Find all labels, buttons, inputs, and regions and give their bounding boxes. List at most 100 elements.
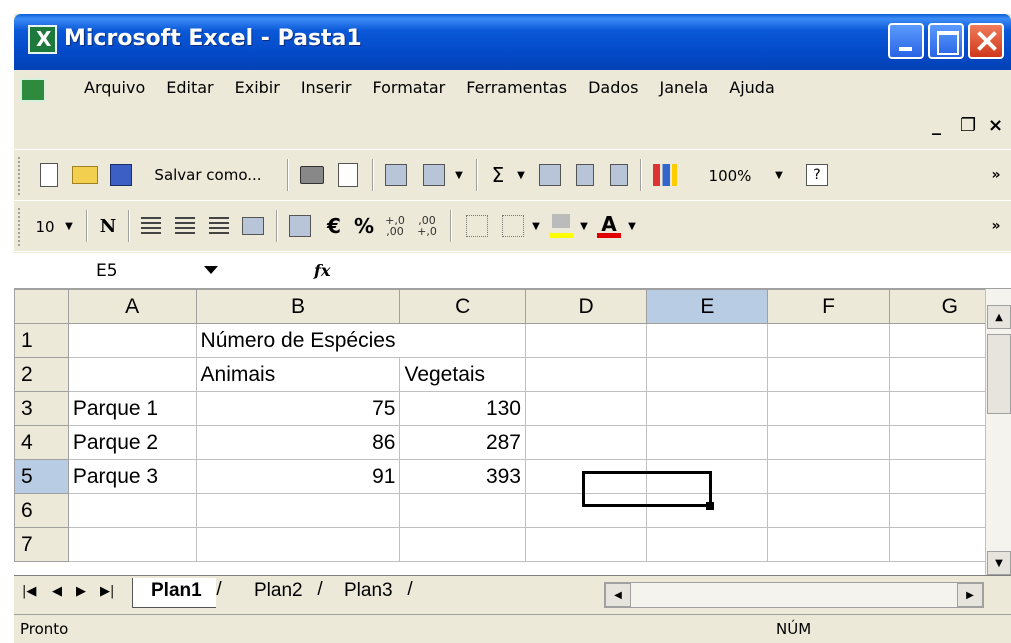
horizontal-scrollbar[interactable]: ◀ ▶ xyxy=(604,582,984,608)
first-sheet-icon[interactable]: |◀ xyxy=(22,584,36,599)
formula-input[interactable] xyxy=(344,257,1004,285)
cell[interactable] xyxy=(767,357,890,392)
cell[interactable] xyxy=(524,493,648,528)
menu-arquivo[interactable]: Arquivo xyxy=(84,78,145,97)
toolbar-grip[interactable] xyxy=(18,157,22,195)
menu-inserir[interactable]: Inserir xyxy=(301,78,352,97)
paste-dropdown-arrow[interactable]: ▼ xyxy=(450,159,468,191)
percent-style-button[interactable]: % xyxy=(350,210,378,242)
open-folder-icon[interactable] xyxy=(68,159,102,191)
font-color-icon[interactable]: A xyxy=(594,210,624,242)
scroll-left-arrow-icon[interactable]: ◀ xyxy=(605,583,631,607)
row-header-active[interactable]: 5 xyxy=(14,459,69,494)
workbook-icon[interactable] xyxy=(20,78,46,102)
cell[interactable]: 393 xyxy=(399,459,526,494)
cell[interactable]: 130 xyxy=(399,391,526,426)
borders-dropdown-arrow[interactable]: ▼ xyxy=(528,210,544,242)
excel-icon[interactable] xyxy=(28,25,57,54)
minimize-button[interactable] xyxy=(888,23,924,59)
cell[interactable] xyxy=(767,527,890,562)
column-header[interactable]: A xyxy=(67,289,197,324)
vertical-scrollbar[interactable]: ▲ ▼ xyxy=(985,289,1011,575)
cell[interactable] xyxy=(646,391,769,426)
scroll-up-arrow-icon[interactable]: ▲ xyxy=(987,305,1011,329)
previous-sheet-icon[interactable]: ◀ xyxy=(52,584,62,599)
menu-editar[interactable]: Editar xyxy=(166,78,213,97)
borders-icon[interactable] xyxy=(498,210,528,242)
last-sheet-icon[interactable]: ▶| xyxy=(100,584,114,599)
align-center-icon[interactable] xyxy=(170,210,200,242)
menu-formatar[interactable]: Formatar xyxy=(372,78,445,97)
cell[interactable] xyxy=(524,425,648,460)
cell[interactable]: 287 xyxy=(399,425,526,460)
cell[interactable] xyxy=(646,493,769,528)
currency-button[interactable]: € xyxy=(320,210,348,242)
cell[interactable] xyxy=(767,425,890,460)
menu-ajuda[interactable]: Ajuda xyxy=(729,78,775,97)
cell[interactable] xyxy=(67,527,197,562)
name-box-dropdown-arrow[interactable] xyxy=(204,266,218,274)
autosum-button[interactable]: Σ xyxy=(484,159,512,191)
row-header[interactable]: 6 xyxy=(14,493,69,528)
chart-wizard-icon[interactable] xyxy=(648,159,682,191)
align-left-icon[interactable] xyxy=(136,210,166,242)
cell[interactable]: 86 xyxy=(195,425,401,460)
save-disk-icon[interactable] xyxy=(106,159,136,191)
cell[interactable] xyxy=(646,323,769,358)
cell[interactable]: 91 xyxy=(195,459,401,494)
fill-color-icon[interactable] xyxy=(546,210,576,242)
maximize-button[interactable] xyxy=(928,23,964,59)
help-icon[interactable]: ? xyxy=(802,159,832,191)
zoom-dropdown-arrow[interactable]: ▼ xyxy=(770,159,788,191)
row-header[interactable]: 2 xyxy=(14,357,69,392)
decrease-decimal-icon[interactable]: ,00 +,0 xyxy=(412,210,442,242)
row-header[interactable]: 4 xyxy=(14,425,69,460)
cell[interactable]: Parque 1 xyxy=(67,391,197,426)
zoom-select[interactable]: 100% xyxy=(686,161,770,191)
column-header[interactable]: F xyxy=(767,289,890,324)
column-header[interactable]: C xyxy=(399,289,526,324)
cell[interactable] xyxy=(646,357,769,392)
cell[interactable] xyxy=(524,357,648,392)
cell[interactable] xyxy=(524,527,648,562)
fill-color-dropdown-arrow[interactable]: ▼ xyxy=(576,210,592,242)
cell[interactable] xyxy=(767,459,890,494)
row-header[interactable]: 1 xyxy=(14,323,69,358)
row-header[interactable]: 7 xyxy=(14,527,69,562)
cell[interactable] xyxy=(67,493,197,528)
toolbar-options-chevron-icon[interactable]: » xyxy=(986,210,1006,242)
scroll-right-arrow-icon[interactable]: ▶ xyxy=(957,583,983,607)
cell[interactable] xyxy=(524,323,648,358)
print-icon[interactable] xyxy=(296,159,328,191)
cell[interactable] xyxy=(646,425,769,460)
scroll-down-arrow-icon[interactable]: ▼ xyxy=(987,551,1011,575)
cell[interactable] xyxy=(195,493,401,528)
row-header[interactable]: 3 xyxy=(14,391,69,426)
workbook-minimize-button[interactable]: _ xyxy=(932,115,941,136)
euro-currency-style-icon[interactable] xyxy=(284,210,316,242)
autosum-dropdown-arrow[interactable]: ▼ xyxy=(512,159,530,191)
bold-button[interactable]: N xyxy=(94,210,122,242)
sort-descending-icon[interactable] xyxy=(604,159,634,191)
tab-plan1[interactable]: Plan1 xyxy=(132,578,221,608)
cell[interactable]: Número de Espécies xyxy=(195,323,400,358)
decrease-indent-icon[interactable] xyxy=(462,210,492,242)
workbook-restore-button[interactable]: ❐ xyxy=(960,115,976,136)
cell[interactable] xyxy=(399,323,526,358)
menu-exibir[interactable]: Exibir xyxy=(235,78,280,97)
title-bar[interactable]: Microsoft Excel - Pasta1 xyxy=(14,14,1011,70)
menu-ferramentas[interactable]: Ferramentas xyxy=(466,78,567,97)
cell[interactable]: Animais xyxy=(195,357,401,392)
cell[interactable] xyxy=(399,527,526,562)
cell[interactable] xyxy=(767,323,890,358)
tab-plan3[interactable]: Plan3 xyxy=(326,578,412,608)
print-preview-icon[interactable] xyxy=(332,159,364,191)
column-header[interactable]: D xyxy=(524,289,648,324)
insert-function-fx-icon[interactable]: fx xyxy=(314,261,330,280)
new-document-icon[interactable] xyxy=(34,159,64,191)
sort-ascending-icon[interactable] xyxy=(570,159,600,191)
cell[interactable] xyxy=(524,459,648,494)
active-cell[interactable] xyxy=(646,459,769,494)
column-header-active[interactable]: E xyxy=(646,289,769,324)
fill-handle[interactable] xyxy=(706,502,714,510)
